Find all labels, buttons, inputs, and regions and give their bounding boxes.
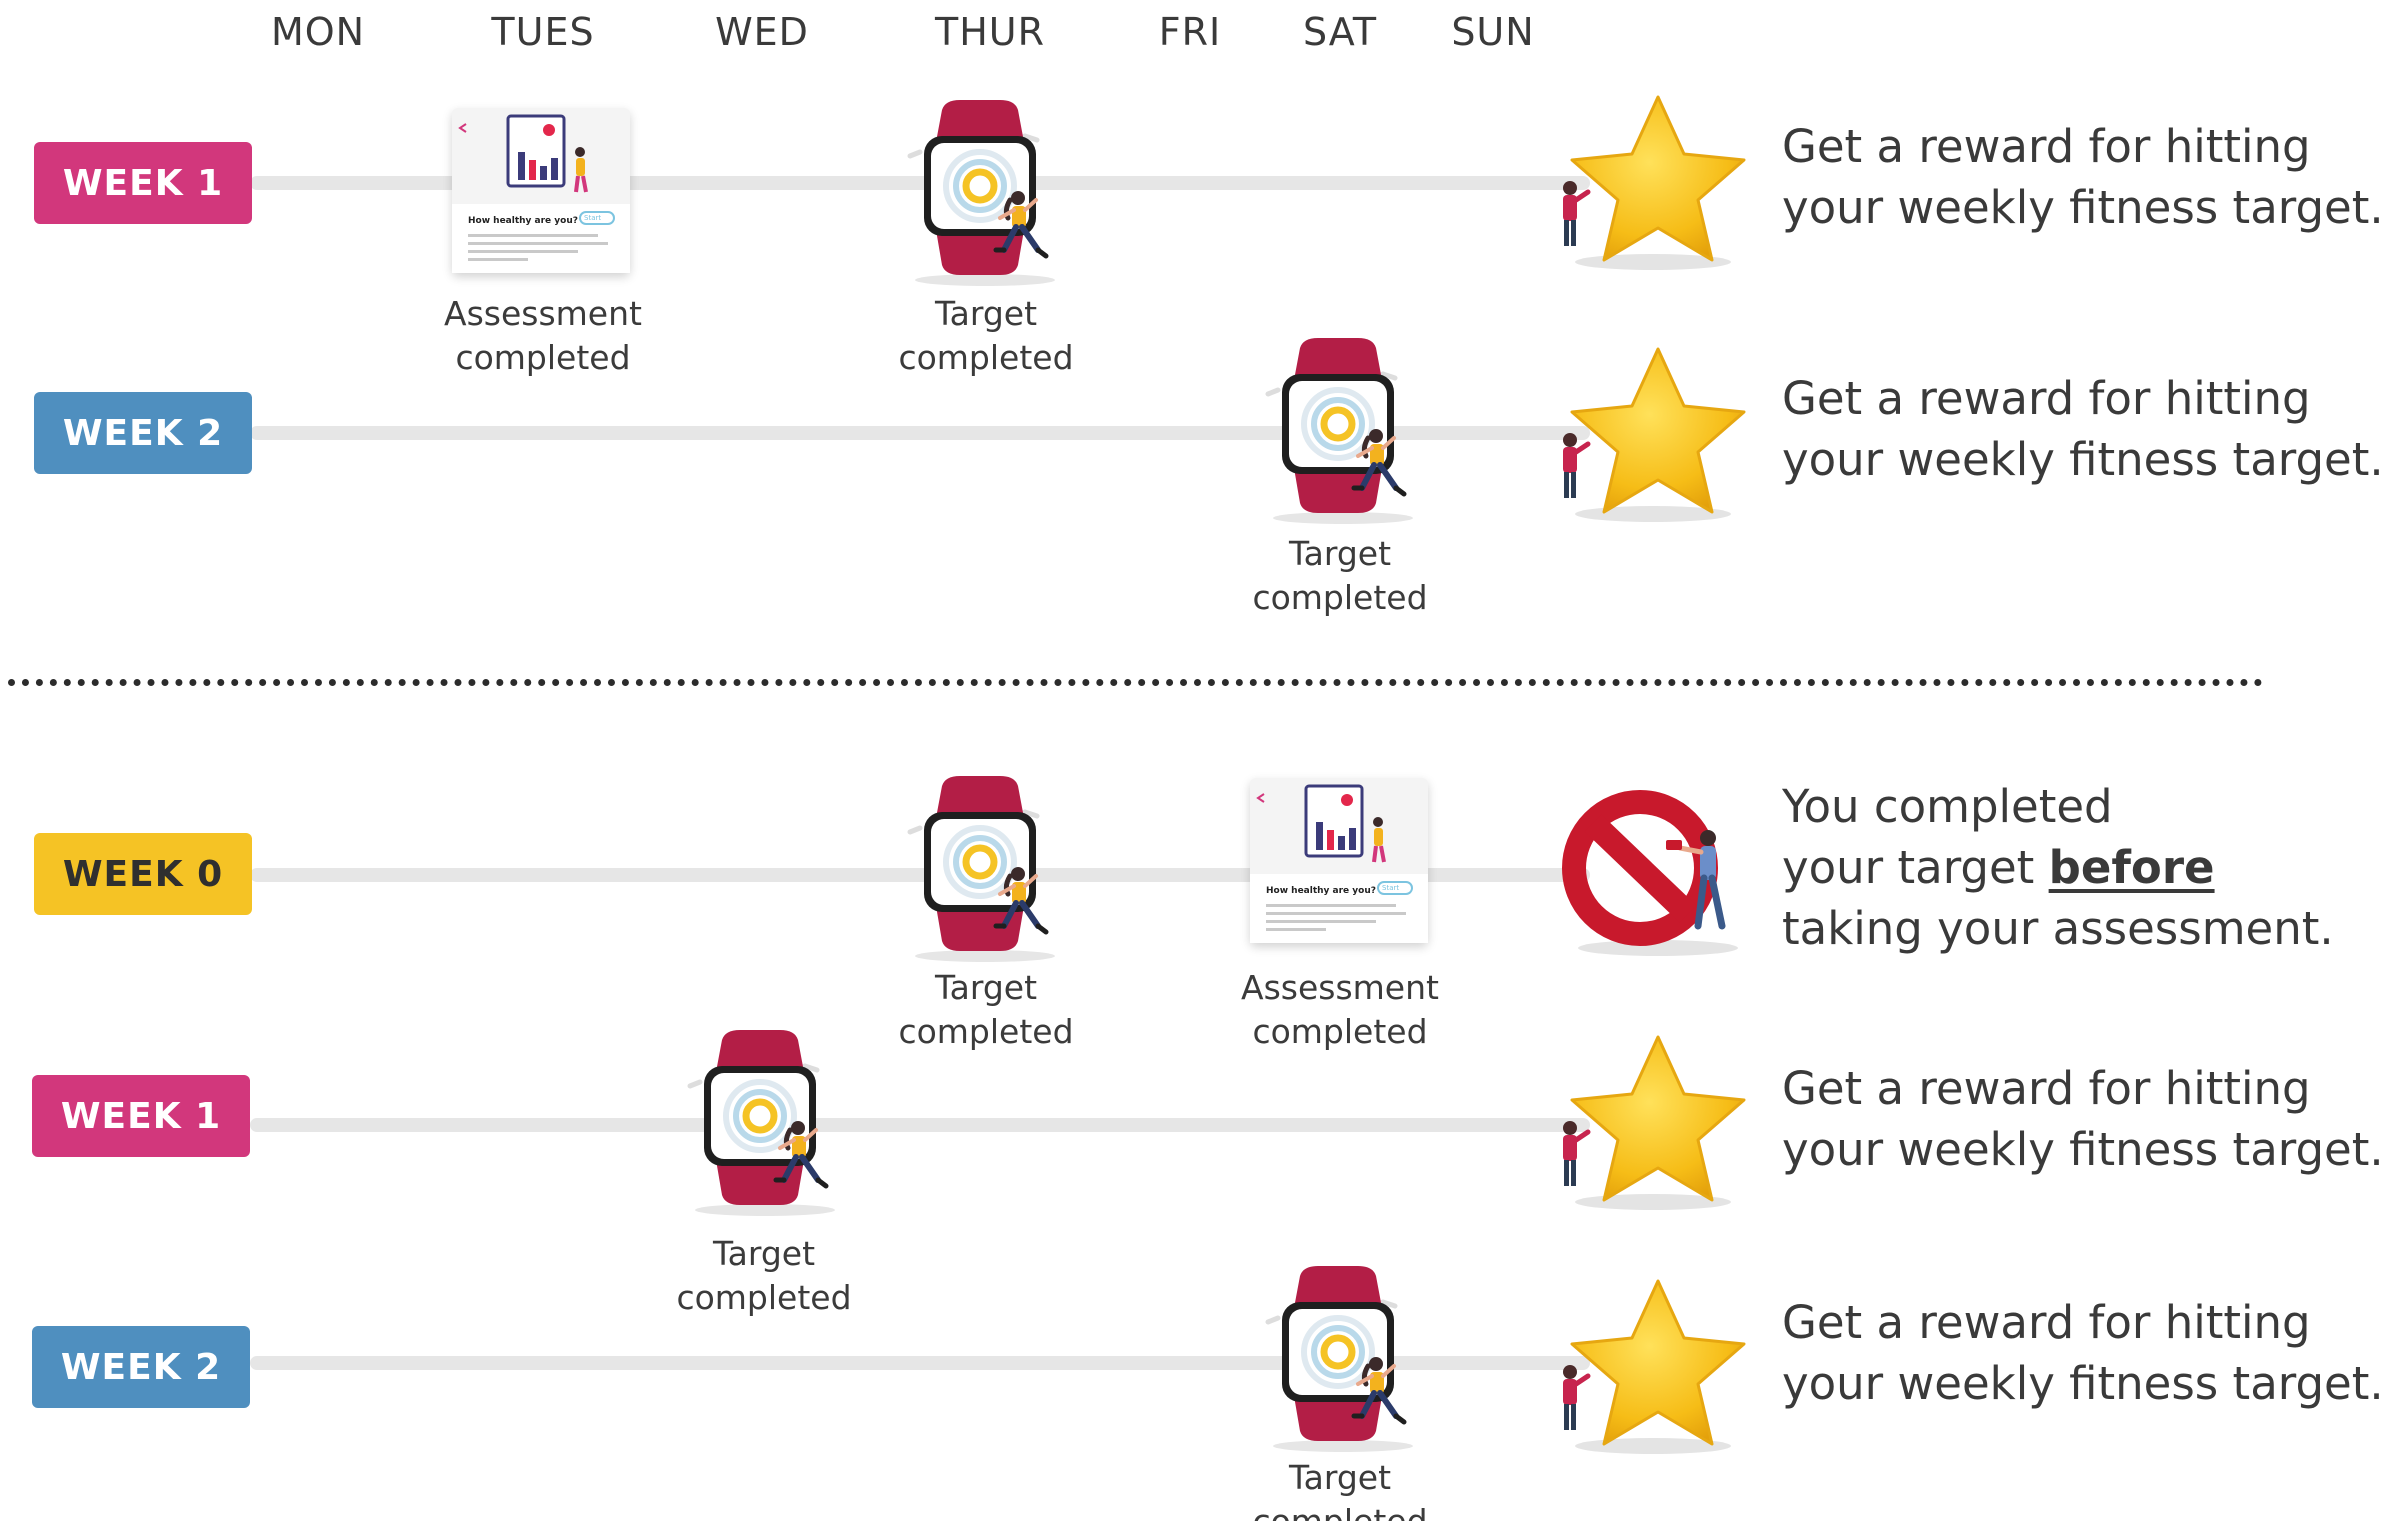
timeline-track — [250, 1118, 1590, 1132]
assessment-screen-icon: How healthy are you? Start — [452, 108, 630, 273]
reward-message: Get a reward for hitting your weekly fit… — [1782, 1062, 2381, 1176]
event-caption: Target completed — [898, 294, 1074, 377]
day-label-tues: TUES — [491, 10, 595, 54]
event-caption: Assessment completed — [444, 294, 642, 377]
smartwatch-icon — [1258, 1266, 1428, 1456]
week-badge: WEEK 1 — [32, 1075, 250, 1157]
smartwatch-icon — [900, 776, 1070, 966]
reward-message: Get a reward for hitting your weekly fit… — [1782, 1296, 2381, 1410]
prohibited-icon — [1558, 778, 1758, 958]
day-label-sun: SUN — [1451, 10, 1535, 54]
event-caption: Target completed — [1252, 1458, 1427, 1521]
event-caption: Target completed — [1252, 534, 1428, 617]
emphasis-before: before — [2048, 841, 2215, 894]
assessment-card-button: Start — [584, 214, 602, 222]
week-badge: WEEK 2 — [32, 1326, 250, 1408]
assessment-card-heading: How healthy are you? — [1266, 886, 1376, 896]
star-icon — [1548, 344, 1748, 524]
warning-message: You completed your target before taking … — [1782, 780, 2334, 955]
scenario-divider — [8, 679, 2263, 686]
assessment-screen-icon: How healthy are you? Start — [1250, 778, 1428, 943]
assessment-card-button: Start — [1382, 884, 1400, 892]
day-label-fri: FRI — [1158, 10, 1222, 54]
smartwatch-icon — [1258, 338, 1428, 528]
reward-message: Get a reward for hitting your weekly fit… — [1782, 372, 2381, 486]
assessment-illustration — [1250, 784, 1428, 943]
smartwatch-icon — [900, 100, 1070, 290]
star-icon — [1548, 1276, 1748, 1456]
star-icon — [1548, 92, 1748, 272]
day-label-mon: MON — [270, 10, 366, 54]
event-caption: Target completed — [676, 1234, 852, 1317]
day-label-wed: WED — [715, 10, 809, 54]
week-badge: WEEK 2 — [34, 392, 252, 474]
event-caption: Assessment completed — [1241, 968, 1439, 1051]
smartwatch-icon — [680, 1030, 850, 1220]
event-caption: Target completed — [898, 968, 1074, 1051]
week-badge: WEEK 0 — [34, 833, 252, 915]
day-label-sat: SAT — [1302, 10, 1378, 54]
assessment-illustration — [452, 114, 630, 273]
day-label-thur: THUR — [934, 10, 1045, 54]
star-icon — [1548, 1032, 1748, 1212]
week-badge: WEEK 1 — [34, 142, 252, 224]
assessment-card-heading: How healthy are you? — [468, 216, 578, 226]
reward-message: Get a reward for hitting your weekly fit… — [1782, 120, 2381, 234]
